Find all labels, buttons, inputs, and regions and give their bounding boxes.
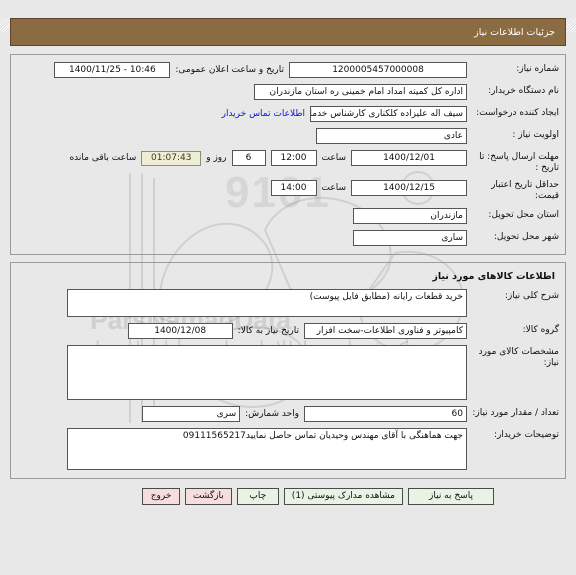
reply-deadline-hour-label: ساعت: [321, 153, 347, 163]
buyer-contact-link[interactable]: اطلاعات تماس خریدار: [222, 109, 305, 119]
need-number-label: شماره نیاز:: [516, 64, 559, 74]
row-goods-spec: مشخصات کالای مورد نیاز:: [17, 345, 559, 400]
quantity-value[interactable]: 60: [304, 406, 467, 422]
announce-datetime-value[interactable]: 1400/11/25 - 10:46: [54, 62, 171, 78]
price-validity-time[interactable]: 14:00: [270, 180, 317, 196]
buyer-notes-label: توضیحات خریدار:: [493, 430, 559, 440]
reply-deadline-time[interactable]: 12:00: [270, 150, 317, 166]
view-documents-button[interactable]: مشاهده مدارک پیوستی (1): [283, 488, 403, 505]
page-title-bar: جزئیات اطلاعات نیاز: [10, 18, 566, 46]
answer-need-button[interactable]: پاسخ به نیاز: [408, 488, 494, 505]
delivery-province-value[interactable]: مازندران: [353, 208, 467, 224]
row-quantity: تعداد / مقدار مورد نیاز: 60 واحد شمارش: …: [17, 406, 559, 422]
page-title: جزئیات اطلاعات نیاز: [474, 26, 555, 38]
goods-section-title: اطلاعات کالاهای مورد نیاز: [432, 271, 555, 282]
row-need-number: شماره نیاز: 1200005457000008 تاریخ و ساع…: [17, 62, 559, 78]
row-buyer-notes: توضیحات خریدار: جهت هماهنگی با آقای مهند…: [17, 428, 559, 470]
need-info-panel: شماره نیاز: 1200005457000008 تاریخ و ساع…: [10, 54, 566, 255]
remaining-days-value[interactable]: 6: [231, 150, 266, 166]
need-date-label: تاریخ نیاز به کالا:: [237, 326, 299, 336]
price-validity-label: حداقل تاریخ اعتبار قیمت:: [491, 180, 559, 201]
creator-value[interactable]: سیف اله علیزاده کلکناری کارشناس خدمات پش…: [310, 106, 467, 122]
remaining-suffix-label: ساعت باقی مانده: [69, 153, 137, 163]
row-priority: اولویت نیاز : عادی: [17, 128, 559, 144]
row-general-desc: شرح کلی نیاز: خرید قطعات رایانه (مطابق ف…: [17, 289, 559, 317]
row-delivery-province: استان محل تحویل: مازندران: [17, 208, 559, 224]
goods-spec-label: مشخصات کالای مورد نیاز:: [478, 347, 559, 368]
delivery-city-label: شهر محل تحویل:: [493, 232, 559, 242]
delivery-province-label: استان محل تحویل:: [488, 210, 559, 220]
row-price-validity: حداقل تاریخ اعتبار قیمت: 1400/12/15 ساعت…: [17, 180, 559, 202]
delivery-city-value[interactable]: ساری: [353, 230, 467, 246]
creator-label: ایجاد کننده درخواست:: [476, 108, 559, 118]
buyer-org-value[interactable]: اداره کل کمیته امداد امام خمینی ره استان…: [254, 84, 467, 100]
need-date-value[interactable]: 1400/12/08: [127, 323, 233, 339]
reply-deadline-label: مهلت ارسال پاسخ: تا تاریخ :: [479, 152, 559, 173]
price-validity-hour-label: ساعت: [321, 183, 347, 193]
buyer-notes-value[interactable]: جهت هماهنگی با آقای مهندس وحیدیان تماس ح…: [67, 428, 467, 470]
row-goods-group: گروه کالا: کامپیوتر و فناوری اطلاعات-سخت…: [17, 323, 559, 339]
page-root: 9101 ParsNamadData مرکز فن آوری اطلاعات …: [0, 18, 576, 575]
row-reply-deadline: مهلت ارسال پاسخ: تا تاریخ : 1400/12/01 س…: [17, 150, 559, 174]
reply-deadline-date[interactable]: 1400/12/01: [351, 150, 467, 166]
price-validity-date[interactable]: 1400/12/15: [351, 180, 467, 196]
general-desc-label: شرح کلی نیاز:: [504, 291, 559, 301]
exit-button[interactable]: خروج: [142, 488, 181, 505]
buyer-org-label: نام دستگاه خریدار:: [488, 86, 559, 96]
remaining-countdown-timer: 01:07:43: [141, 150, 202, 166]
announce-datetime-label: تاریخ و ساعت اعلان عمومی:: [175, 65, 284, 75]
general-desc-value[interactable]: خرید قطعات رایانه (مطابق فایل پیوست): [67, 289, 467, 317]
row-buyer-org: نام دستگاه خریدار: اداره کل کمیته امداد …: [17, 84, 559, 100]
unit-value[interactable]: سری: [142, 406, 241, 422]
back-button[interactable]: بازگشت: [185, 488, 232, 505]
row-delivery-city: شهر محل تحویل: ساری: [17, 230, 559, 246]
action-button-bar: پاسخ به نیاز مشاهده مدارک پیوستی (1) چاپ…: [10, 488, 566, 505]
goods-group-value[interactable]: کامپیوتر و فناوری اطلاعات-سخت افزار: [304, 323, 467, 339]
goods-group-label: گروه کالا:: [522, 325, 559, 335]
priority-label: اولویت نیاز :: [512, 130, 559, 140]
goods-info-panel: اطلاعات کالاهای مورد نیاز شرح کلی نیاز: …: [10, 262, 566, 479]
remaining-days-label: روز و: [206, 153, 227, 163]
need-number-value[interactable]: 1200005457000008: [289, 62, 467, 78]
row-creator: ایجاد کننده درخواست: سیف اله علیزاده کلک…: [17, 106, 559, 122]
goods-spec-value[interactable]: [67, 345, 467, 400]
quantity-label: تعداد / مقدار مورد نیاز:: [472, 408, 559, 418]
print-button[interactable]: چاپ: [236, 488, 279, 505]
unit-label: واحد شمارش:: [245, 409, 299, 419]
priority-value[interactable]: عادی: [316, 128, 467, 144]
